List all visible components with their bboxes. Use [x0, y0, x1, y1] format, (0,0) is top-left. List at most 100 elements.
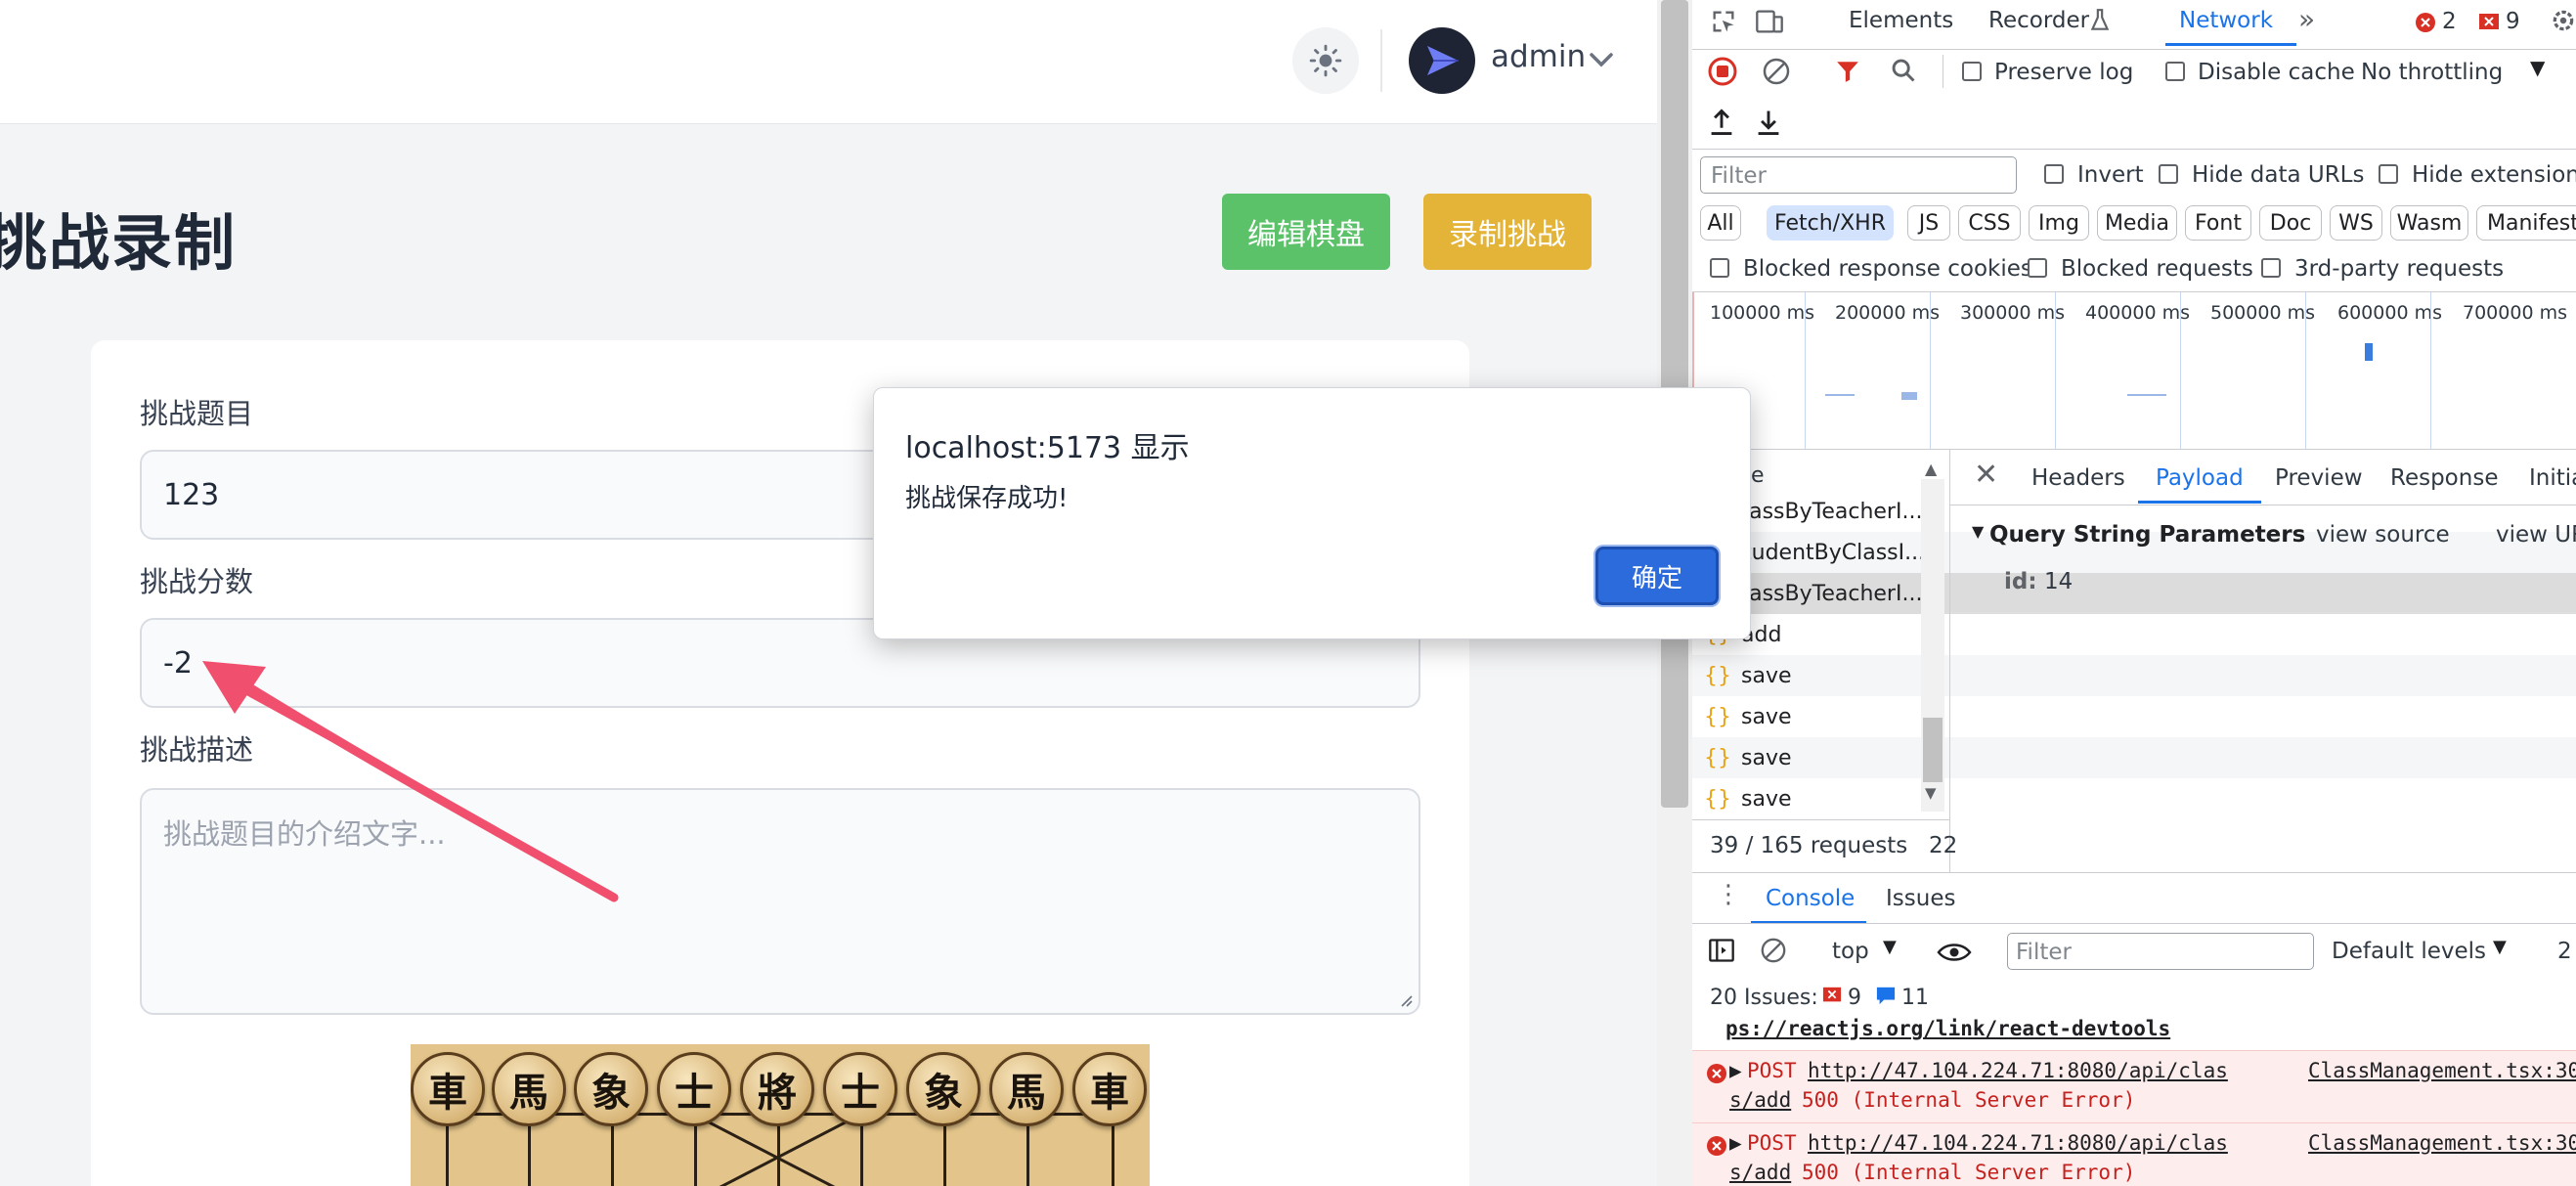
detail-tab-payload[interactable]: Payload	[2156, 465, 2244, 491]
chess-piece[interactable]: 馬	[989, 1052, 1064, 1126]
filter-icon[interactable]	[1835, 59, 1860, 84]
view-url-encoded-link[interactable]: view UR	[2496, 522, 2576, 548]
drawer-tab-issues[interactable]: Issues	[1886, 886, 1955, 911]
theme-toggle-button[interactable]	[1292, 27, 1359, 94]
device-toolbar-icon[interactable]	[1755, 8, 1784, 35]
log-levels-select[interactable]: Default levels	[2332, 939, 2486, 964]
console-filter-input[interactable]: Filter	[2007, 933, 2314, 970]
record-challenge-button[interactable]: 录制挑战	[1423, 194, 1592, 270]
type-filter-doc[interactable]: Doc	[2259, 205, 2322, 241]
throttling-caret-icon[interactable]: ▼	[2530, 56, 2545, 79]
network-timeline-overview[interactable]: 100000 ms 200000 ms 300000 ms 400000 ms …	[1692, 292, 2576, 449]
request-row[interactable]: {} save	[1692, 778, 2576, 819]
request-row[interactable]: {} save	[1692, 737, 2576, 778]
resize-grip-icon[interactable]	[1397, 991, 1413, 1007]
request-row-selected[interactable]: lassByTeacherI...	[1692, 573, 2576, 614]
scroll-down-icon[interactable]: ▼	[1925, 784, 1937, 802]
chess-piece[interactable]: 馬	[492, 1052, 566, 1126]
request-row[interactable]: {} save	[1692, 655, 2576, 696]
error-count[interactable]: 2	[2442, 9, 2457, 34]
detail-tab-initiator[interactable]: Initia	[2529, 465, 2576, 491]
detail-tab-preview[interactable]: Preview	[2275, 465, 2363, 491]
import-har-icon[interactable]	[1708, 108, 1735, 137]
drawer-tab-console[interactable]: Console	[1766, 886, 1855, 911]
type-filter-img[interactable]: Img	[2029, 205, 2089, 241]
source-link[interactable]: ClassManagement.tsx:30	[2308, 1131, 2576, 1155]
detail-tab-headers[interactable]: Headers	[2031, 465, 2125, 491]
gear-icon[interactable]	[2551, 8, 2576, 33]
blocked-requests-checkbox[interactable]	[2028, 258, 2047, 278]
alert-ok-button[interactable]: 确定	[1595, 547, 1719, 605]
invert-checkbox[interactable]	[2044, 164, 2064, 184]
type-filter-manifest[interactable]: Manifest	[2476, 205, 2576, 241]
console-error-line[interactable]: ▶ POST http://47.104.224.71:8080/api/cla…	[1692, 1050, 2576, 1122]
console-error-line[interactable]: ▶ POST http://47.104.224.71:8080/api/cla…	[1692, 1122, 2576, 1186]
expand-triangle-icon[interactable]: ▶	[1729, 1131, 1742, 1155]
query-string-section[interactable]: Query String Parameters	[1989, 522, 2305, 548]
view-source-link[interactable]: view source	[2316, 522, 2450, 548]
issues-label[interactable]: 20 Issues:	[1710, 986, 1818, 1010]
more-tabs-icon[interactable]: »	[2298, 3, 2315, 35]
blocked-response-cookies-checkbox[interactable]	[1710, 258, 1729, 278]
expand-triangle-icon[interactable]: ▼	[1972, 522, 1984, 541]
inspect-element-icon[interactable]	[1710, 8, 1737, 35]
type-filter-all[interactable]: All	[1700, 205, 1741, 241]
chess-board[interactable]: 車 馬 象 士 將 士 象 馬 車	[411, 1044, 1150, 1186]
hide-data-urls-checkbox[interactable]	[2159, 164, 2178, 184]
clear-icon[interactable]	[1762, 57, 1791, 86]
scroll-up-icon[interactable]: ▲	[1925, 460, 1937, 478]
user-name[interactable]: admin	[1491, 39, 1586, 74]
chess-piece[interactable]: 車	[1072, 1052, 1147, 1126]
warning-count[interactable]: 9	[2506, 9, 2520, 34]
type-filter-js[interactable]: JS	[1907, 205, 1950, 241]
chess-piece[interactable]: 象	[574, 1052, 648, 1126]
chess-piece[interactable]: 士	[823, 1052, 897, 1126]
request-row[interactable]: {} save	[1692, 696, 2576, 737]
tab-elements[interactable]: Elements	[1849, 8, 1953, 33]
clear-console-icon[interactable]	[1760, 937, 1787, 964]
detail-tab-response[interactable]: Response	[2390, 465, 2498, 491]
eye-icon[interactable]	[1937, 941, 1972, 964]
type-filter-fetch-xhr[interactable]: Fetch/XHR	[1767, 205, 1894, 241]
avatar[interactable]	[1409, 27, 1475, 94]
type-filter-ws[interactable]: WS	[2330, 205, 2382, 241]
search-icon[interactable]	[1890, 57, 1917, 84]
drawer-menu-icon[interactable]: ⋮	[1716, 880, 1741, 909]
type-filter-css[interactable]: CSS	[1958, 205, 2021, 241]
tab-network[interactable]: Network	[2179, 8, 2273, 33]
console-line-devtools-link[interactable]: ps://reactjs.org/link/react-devtools	[1692, 1017, 2576, 1050]
preserve-log-checkbox[interactable]	[1962, 62, 1982, 81]
edit-board-button[interactable]: 编辑棋盘	[1222, 194, 1390, 270]
sidebar-toggle-icon[interactable]	[1708, 937, 1735, 964]
record-stop-icon[interactable]	[1708, 57, 1737, 86]
type-filter-media[interactable]: Media	[2097, 205, 2177, 241]
chess-piece[interactable]: 車	[411, 1052, 485, 1126]
request-url-cont[interactable]: s/add	[1729, 1161, 1791, 1184]
hide-extension-urls-checkbox[interactable]	[2379, 164, 2398, 184]
chess-piece[interactable]: 象	[906, 1052, 981, 1126]
request-list-scrollbar[interactable]: ▼	[1921, 479, 1944, 812]
request-url[interactable]: http://47.104.224.71:8080/api/clas	[1808, 1131, 2228, 1155]
type-filter-wasm[interactable]: Wasm	[2390, 205, 2468, 241]
chess-piece[interactable]: 將	[740, 1052, 814, 1126]
issues-error-count[interactable]: 9	[1848, 986, 1861, 1010]
request-url[interactable]: http://47.104.224.71:8080/api/clas	[1808, 1059, 2228, 1082]
close-icon[interactable]: ✕	[1974, 458, 1998, 492]
tab-recorder[interactable]: Recorder	[1988, 8, 2089, 33]
chess-piece[interactable]: 士	[657, 1052, 731, 1126]
source-link[interactable]: ClassManagement.tsx:30	[2308, 1059, 2576, 1082]
export-har-icon[interactable]	[1755, 108, 1782, 137]
type-filter-font[interactable]: Font	[2185, 205, 2251, 241]
console-context-select[interactable]: top	[1832, 939, 1869, 964]
request-list-scrollbar-thumb[interactable]	[1923, 718, 1943, 782]
issues-info-count[interactable]: 11	[1901, 986, 1929, 1010]
chevron-down-icon[interactable]	[1589, 51, 1614, 68]
request-row[interactable]: {}add	[1692, 614, 2576, 655]
levels-caret-icon[interactable]: ▼	[2493, 937, 2507, 957]
challenge-description-textarea[interactable]: 挑战题目的介绍文字...	[140, 788, 1420, 1015]
throttling-select[interactable]: No throttling	[2361, 60, 2503, 85]
network-filter-input[interactable]: Filter	[1700, 156, 2017, 194]
request-list-name-header[interactable]: e	[1751, 463, 1765, 488]
third-party-requests-checkbox[interactable]	[2261, 258, 2281, 278]
disable-cache-checkbox[interactable]	[2165, 62, 2185, 81]
